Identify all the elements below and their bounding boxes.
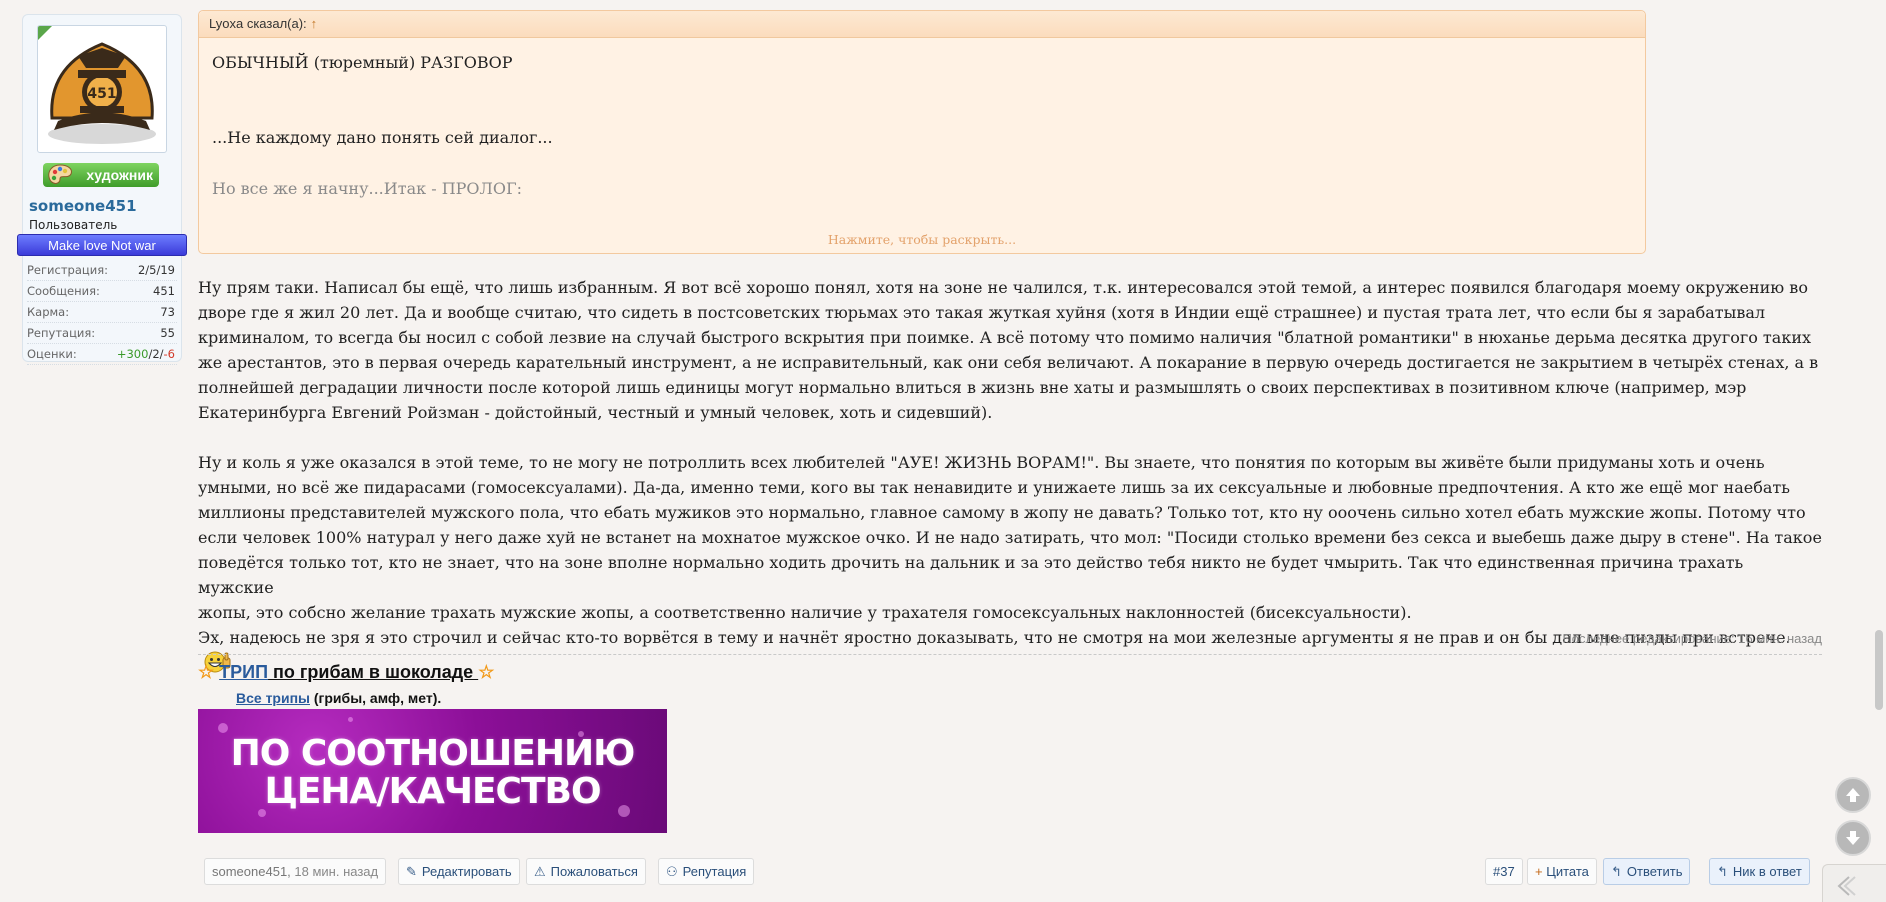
collapse-side-tab[interactable] xyxy=(1822,864,1886,902)
artist-banner-label: художник xyxy=(86,167,153,183)
stat-value: 73 xyxy=(160,305,175,319)
arrow-down-icon xyxy=(1846,831,1860,845)
chevron-left-icon xyxy=(1837,876,1856,896)
page-scrollbar-thumb[interactable] xyxy=(1875,630,1883,710)
quote-jump-arrow-icon[interactable]: ↑ xyxy=(311,16,318,31)
username-link[interactable]: someone451 xyxy=(29,197,179,215)
svg-text:451: 451 xyxy=(87,86,116,102)
stat-messages: Сообщения: 451 xyxy=(27,281,177,302)
reputation-label: Репутация xyxy=(682,864,747,879)
star-icon: ☆ xyxy=(198,662,215,682)
message-line: полнейшей деградации личности после кото… xyxy=(198,378,1747,397)
quote-header: Lyoxa сказал(а): ↑ xyxy=(199,11,1645,38)
quote-author: Lyoxa сказал(а): xyxy=(209,16,307,31)
signature-divider xyxy=(198,654,1822,655)
online-indicator xyxy=(38,26,52,40)
stat-label: Регистрация: xyxy=(27,263,108,277)
last-edited-note: Последнее редактирование: 16 мин. назад xyxy=(1562,631,1822,646)
all-trips-link[interactable]: Все трипы xyxy=(236,690,310,706)
quote-line: Но все же я начну...Итак - ПРОЛОГ: xyxy=(212,179,522,198)
star-icon: ☆ xyxy=(478,662,495,682)
reputation-button[interactable]: ⚇ Репутация xyxy=(658,858,755,885)
pencil-icon: ✎ xyxy=(406,864,417,879)
message-line: если человек 100% натурал у него даже ху… xyxy=(198,528,1822,547)
palette-icon xyxy=(48,164,72,184)
stat-reputation: Репутация: 55 xyxy=(27,323,177,344)
stat-label: Сообщения: xyxy=(27,284,100,298)
message-line: умными, но всё же пидарасами (гомосексуа… xyxy=(198,478,1790,497)
quote-label: Цитата xyxy=(1546,864,1589,879)
stat-value: +300/2/-6 xyxy=(117,344,175,364)
message-line: миллионы представителей мужского пола, ч… xyxy=(198,503,1806,522)
stat-label: Карма: xyxy=(27,305,70,319)
quote-block: Lyoxa сказал(а): ↑ ОБЫЧНЫЙ (тюремный) РАЗ… xyxy=(198,10,1646,254)
stat-value: 2/5/19 xyxy=(137,263,175,277)
message-line: криминалом, то всегда бы носил с собой л… xyxy=(198,328,1812,347)
message-line: Ну и коль я уже оказался в этой теме, то… xyxy=(198,453,1765,472)
nick-reply-label: Ник в ответ xyxy=(1732,864,1802,879)
stat-value: 55 xyxy=(160,326,175,340)
reply-all-arrow-icon: ↰ xyxy=(1717,864,1728,879)
ratings-negative: -6 xyxy=(163,347,175,361)
plus-icon: + xyxy=(1535,864,1543,879)
banner-text-line2: ЦЕНА/КАЧЕСТВО xyxy=(264,771,601,812)
quote-line: ОБЫЧНЫЙ (тюремный) РАЗГОВОР xyxy=(212,53,513,72)
reply-label: Ответить xyxy=(1626,864,1683,879)
quote-button[interactable]: + Цитата xyxy=(1527,858,1597,885)
banner-text-line1: ПО СООТНОШЕНИЮ xyxy=(230,733,636,774)
firefighter-helmet-icon: 451 xyxy=(48,42,156,144)
scroll-to-top-button[interactable] xyxy=(1835,777,1871,813)
reply-arrow-icon: ↰ xyxy=(1611,864,1622,879)
signature-banner-image[interactable]: ПО СООТНОШЕНИЮ ЦЕНА/КАЧЕСТВО xyxy=(198,709,667,833)
reply-button[interactable]: ↰ Ответить xyxy=(1603,858,1691,885)
all-trips-text: (грибы, амф, мет). xyxy=(310,690,442,706)
post-author-info: someone451, 18 мин. назад xyxy=(204,858,387,885)
user-stats: Регистрация: 2/5/19 Сообщения: 451 Карма… xyxy=(27,260,177,365)
quote-expand-link[interactable]: Нажмите, чтобы раскрыть... xyxy=(199,232,1645,247)
stat-label: Оценки: xyxy=(27,347,77,361)
warning-icon: ⚠ xyxy=(534,864,546,879)
user-ribbon: Make love Not war xyxy=(17,234,187,256)
ratings-neutral: 2 xyxy=(152,347,160,361)
signature-trip-line: ☆ ТРИП по грибам в шоколаде ☆ xyxy=(198,662,494,683)
message-line: поведётся только тот, кто не знает, что … xyxy=(198,553,1744,597)
quote-line: ...Не каждому дано понять сей диалог... xyxy=(212,128,553,147)
trip-link[interactable]: ТРИП xyxy=(219,662,268,682)
report-label: Пожаловаться xyxy=(550,864,638,879)
stat-ratings: Оценки: +300/2/-6 xyxy=(27,344,177,365)
edit-button[interactable]: ✎ Редактировать xyxy=(398,858,520,885)
message-body: Ну прям таки. Написал бы ещё, что лишь и… xyxy=(198,275,1822,676)
report-button[interactable]: ⚠ Пожаловаться xyxy=(526,858,646,885)
stat-value[interactable]: 451 xyxy=(153,281,175,301)
message-line-text: Эх, надеюсь не зря я это строчил и сейча… xyxy=(198,628,1791,647)
stat-label: Репутация: xyxy=(27,326,96,340)
handshake-icon: ⚇ xyxy=(666,864,678,879)
scroll-to-bottom-button[interactable] xyxy=(1835,820,1871,856)
signature-all-trips-line: Все трипы (грибы, амф, мет). xyxy=(236,690,441,706)
post-author[interactable]: someone451 xyxy=(212,864,287,879)
message-line: Екатеринбурга Евгений Ройзман - дойстойн… xyxy=(198,403,993,422)
post-time[interactable]: 18 мин. назад xyxy=(294,864,378,879)
post-number-link[interactable]: #37 xyxy=(1485,858,1523,885)
trip-text[interactable]: по грибам в шоколаде xyxy=(268,662,478,682)
user-title: Пользователь xyxy=(29,218,118,232)
message-line: дворе где я жил 20 лет. Да и вообще счит… xyxy=(198,303,1766,322)
avatar[interactable]: 451 xyxy=(37,25,167,153)
nick-reply-button[interactable]: ↰ Ник в ответ xyxy=(1709,858,1810,885)
artist-banner: художник xyxy=(43,163,159,187)
ratings-positive: +300 xyxy=(116,347,149,361)
arrow-up-icon xyxy=(1846,788,1860,802)
message-line: Ну прям таки. Написал бы ещё, что лишь и… xyxy=(198,278,1808,297)
stat-karma: Карма: 73 xyxy=(27,302,177,323)
edit-label: Редактировать xyxy=(421,864,512,879)
stat-registration: Регистрация: 2/5/19 xyxy=(27,260,177,281)
user-info-panel: 451 художник someone451 Пользователь Mak… xyxy=(17,14,187,365)
message-line: жопы, это собсно желание трахать мужские… xyxy=(198,603,1412,622)
message-line: же арестантов, это в первая очередь кара… xyxy=(198,353,1819,372)
